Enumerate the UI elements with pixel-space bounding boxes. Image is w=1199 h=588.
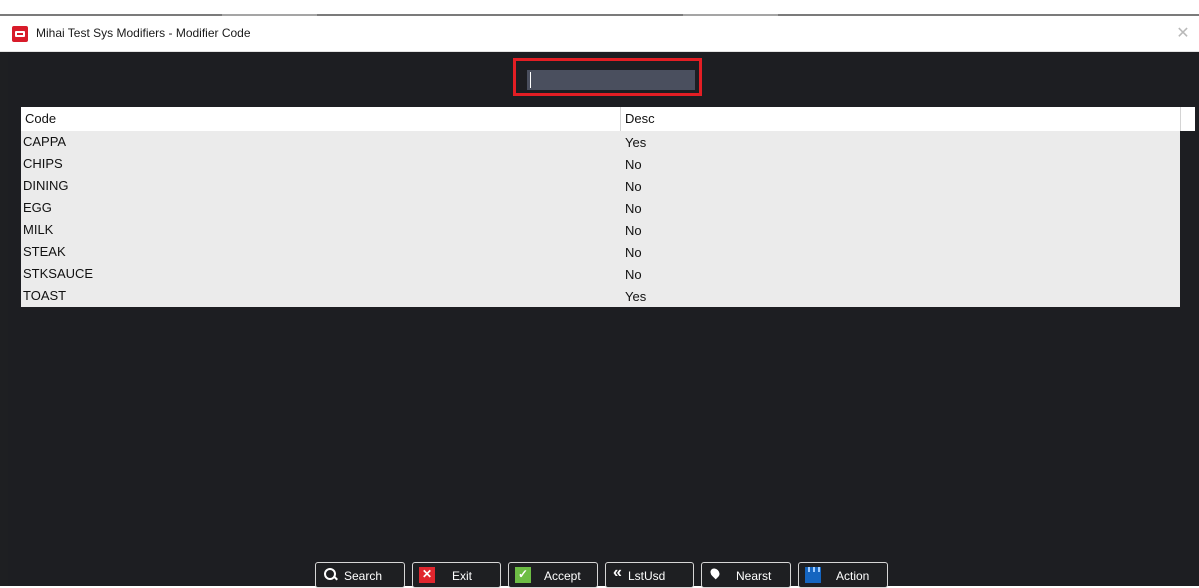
column-separator[interactable] [620,107,621,131]
column-header-desc[interactable]: Desc [625,111,655,126]
cell-code: STKSAUCE [23,266,94,281]
cell-code: CAPPA [23,134,67,149]
last-used-button[interactable]: LstUsd [605,562,694,588]
checkmark-icon [515,567,531,583]
cell-desc: No [625,245,642,260]
cell-desc: No [625,223,642,238]
cell-code: MILK [23,222,54,237]
modifier-grid: Code Desc CAPPA Yes CHIPS No DINING No EGG N… [21,107,1195,307]
cell-code: CHIPS [23,156,63,171]
column-header-code[interactable]: Code [25,111,56,126]
dialog-content: Code Desc CAPPA Yes CHIPS No DINING No EGG N… [8,52,1199,588]
double-chevron-left-icon [612,564,628,583]
grid-header: Code Desc [21,107,1195,131]
close-icon[interactable]: ✕ [1173,23,1193,43]
table-row[interactable]: CHIPS No [21,153,1180,175]
search-input[interactable] [527,70,695,90]
title-bar: Mihai Test Sys Modifiers - Modifier Code… [0,16,1199,52]
text-caret [530,72,531,88]
search-highlight-box [513,58,702,96]
grid-body: CAPPA Yes CHIPS No DINING No EGG No MILK No S… [21,131,1180,307]
top-strip [0,0,1199,14]
cell-desc: No [625,157,642,172]
search-button[interactable]: Search [315,562,405,588]
table-row[interactable]: DINING No [21,175,1180,197]
app-logo-icon [12,26,28,42]
column-separator[interactable] [1180,107,1181,131]
cell-desc: Yes [625,135,647,150]
action-button[interactable]: Action [798,562,888,588]
table-row[interactable]: CAPPA Yes [21,131,1180,153]
table-row[interactable]: STEAK No [21,241,1180,263]
cell-desc: No [625,267,642,282]
table-row[interactable]: MILK No [21,219,1180,241]
exit-button[interactable]: Exit [412,562,501,588]
search-button-label: Search [344,569,383,583]
cell-code: EGG [23,200,52,215]
accept-button[interactable]: Accept [508,562,598,588]
nearest-button-label: Nearst [736,569,772,583]
table-row[interactable]: EGG No [21,197,1180,219]
cell-desc: No [625,201,642,216]
cell-code: DINING [23,178,69,193]
clapperboard-icon [805,567,821,583]
cell-code: STEAK [23,244,66,259]
magnifier-icon [322,567,338,583]
table-row[interactable]: TOAST Yes [21,285,1180,307]
nearest-button[interactable]: Nearst [701,562,791,588]
x-icon [419,567,435,583]
table-row[interactable]: STKSAUCE No [21,263,1180,285]
cell-desc: No [625,179,642,194]
cell-desc: Yes [625,289,647,304]
exit-button-label: Exit [452,569,473,583]
action-button-label: Action [836,569,870,583]
modifier-code-window: Mihai Test Sys Modifiers - Modifier Code… [0,16,1199,588]
pin-icon [708,567,724,583]
last-used-button-label: LstUsd [628,569,666,583]
accept-button-label: Accept [544,569,581,583]
cell-code: TOAST [23,288,67,303]
window-title: Mihai Test Sys Modifiers - Modifier Code [36,26,251,40]
